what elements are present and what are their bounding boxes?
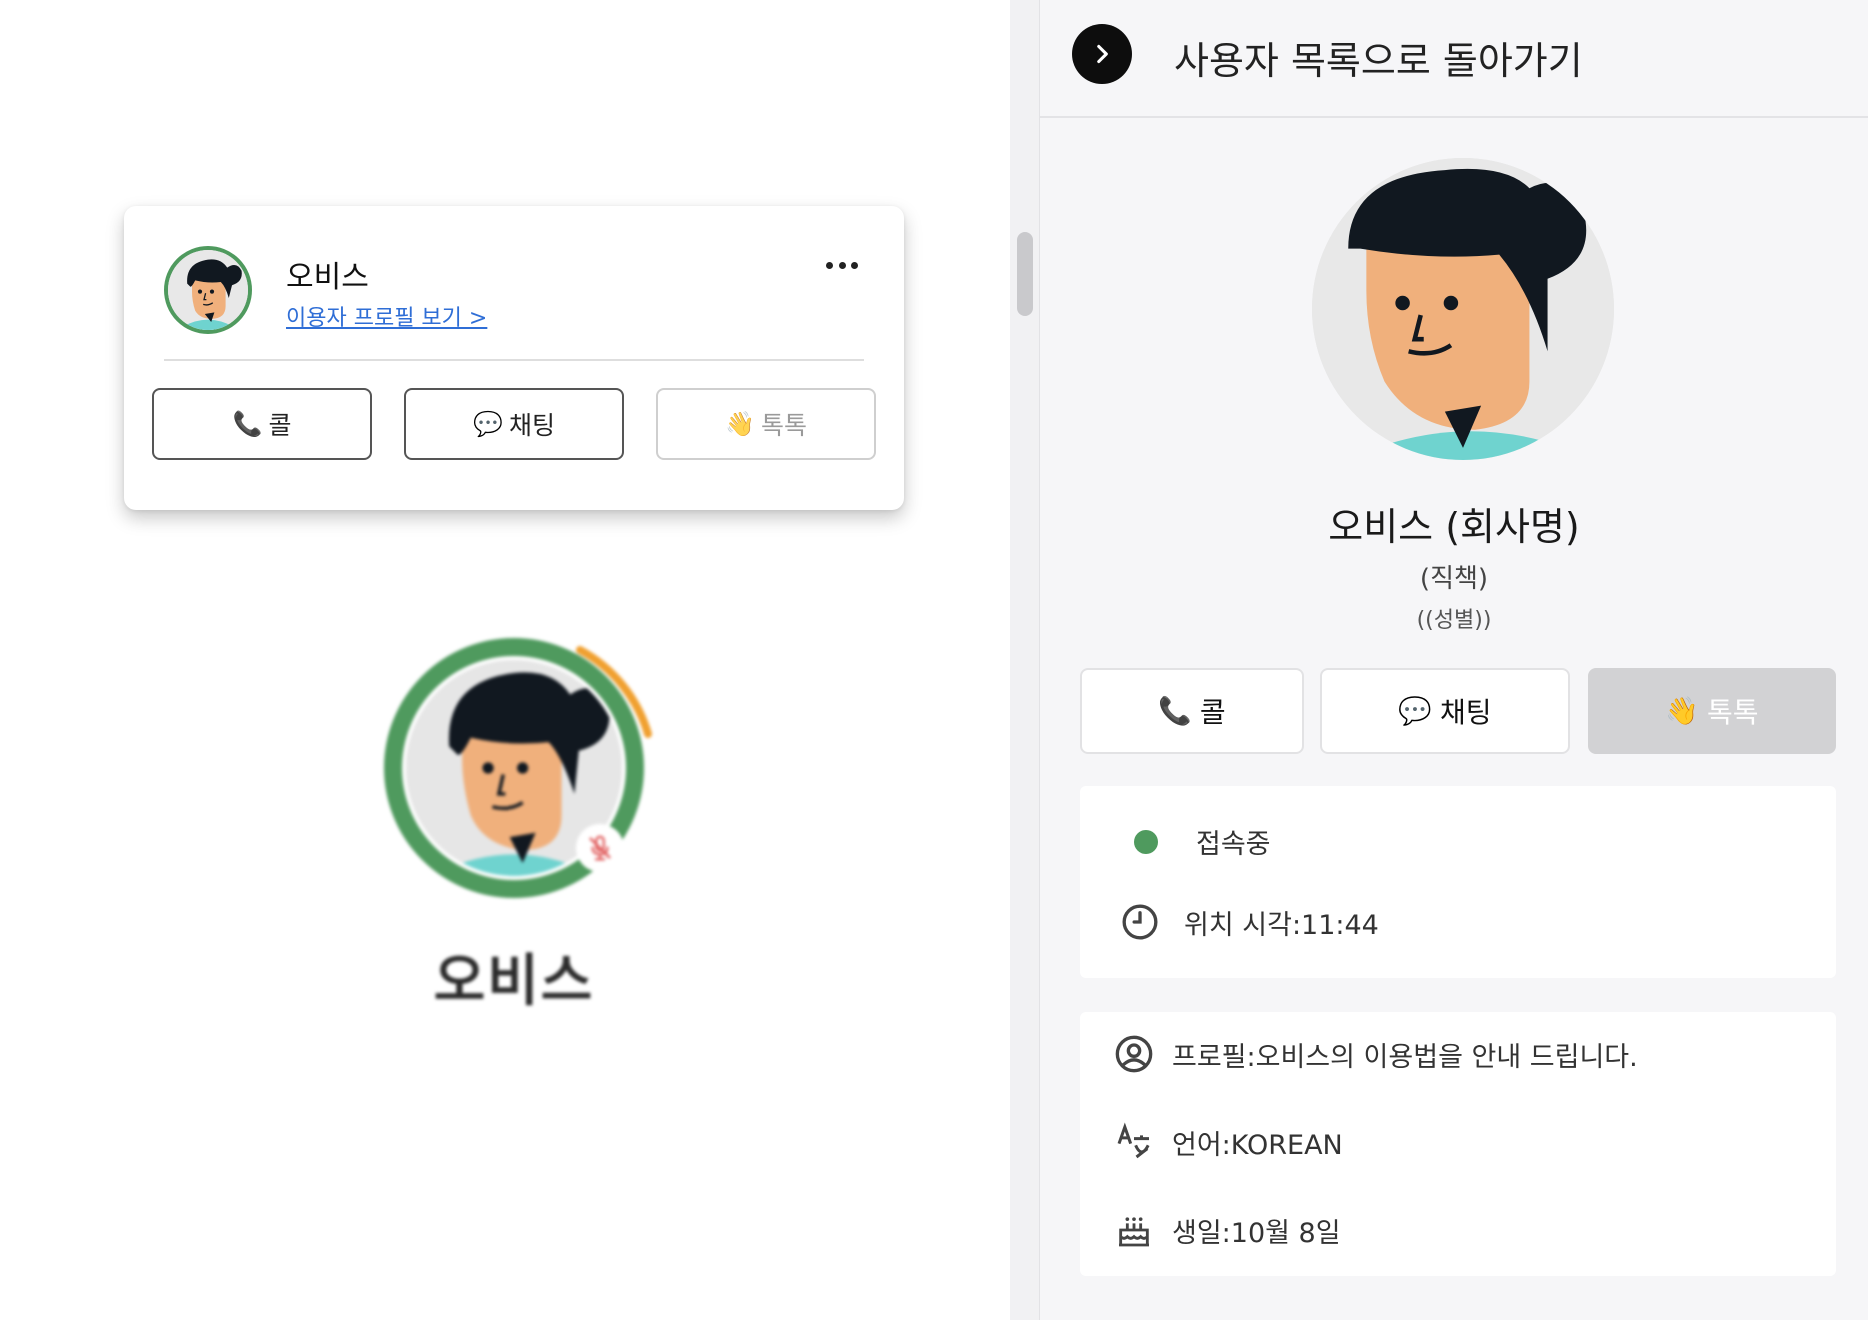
popup-chat-label: 채팅	[508, 411, 555, 440]
participant-avatar-tile[interactable]	[380, 628, 664, 912]
profile-name: 오비스 (회사명)	[1328, 505, 1580, 549]
popup-talk-label: 톡톡	[760, 411, 807, 440]
back-to-user-list-button[interactable]	[1072, 24, 1132, 84]
person-avatar-icon	[168, 250, 248, 330]
chat-bubble-icon: 💬	[473, 410, 503, 438]
online-status-dot	[1134, 829, 1158, 854]
chat-bubble-icon: 💬	[1398, 696, 1433, 727]
person-avatar-icon	[1312, 158, 1614, 460]
call-label: 콜	[1199, 696, 1226, 729]
popup-avatar[interactable]	[164, 246, 252, 334]
participant-name: 오비스	[433, 949, 595, 1014]
profile-role: (직책)	[1419, 564, 1489, 594]
online-status-row: 접속중	[1120, 822, 1271, 861]
phone-icon: 📞	[232, 410, 263, 438]
more-options-icon[interactable]	[820, 250, 864, 280]
profile-avatar	[1312, 158, 1614, 460]
scrollbar-thumb[interactable]	[1017, 232, 1033, 316]
waving-hand-icon: 👋	[725, 410, 755, 438]
clock-icon	[1120, 902, 1160, 942]
profile-gender: ((성별))	[1416, 608, 1492, 633]
popup-talk-button[interactable]: 👋 톡톡	[656, 388, 876, 460]
vertical-scrollbar[interactable]	[1010, 0, 1040, 1320]
talk-button[interactable]: 👋 톡톡	[1588, 668, 1836, 754]
phone-icon: 📞	[1158, 696, 1192, 727]
birthday-cake-icon	[1114, 1210, 1154, 1250]
status-card: 접속중 위치 시각:11:44	[1080, 786, 1836, 978]
chat-label: 채팅	[1440, 696, 1492, 729]
popup-chat-button[interactable]: 💬 채팅	[404, 388, 624, 460]
location-time-row: 위치 시각:11:44	[1120, 902, 1379, 942]
birthday-text: 생일:10월 8일	[1172, 1217, 1341, 1249]
popup-call-button[interactable]: 📞 콜	[152, 388, 372, 460]
popup-divider	[164, 359, 864, 361]
location-time-text: 위치 시각:11:44	[1184, 909, 1379, 941]
popup-user-name: 오비스	[286, 260, 369, 295]
popup-call-label: 콜	[268, 411, 292, 440]
user-profile-panel: 사용자 목록으로 돌아가기 오비스 (회사명) (직책) ((성별)) 📞 콜 …	[1040, 0, 1868, 1320]
user-popup-card: 오비스 이용자 프로필 보기 > 📞 콜 💬 채팅 👋 톡톡	[124, 206, 904, 510]
language-row: 언어:KOREAN	[1114, 1122, 1343, 1162]
mic-muted-icon	[576, 824, 624, 872]
chevron-right-icon	[1097, 44, 1108, 64]
talk-label: 톡톡	[1707, 696, 1759, 729]
birthday-row: 생일:10월 8일	[1114, 1210, 1341, 1250]
chat-button[interactable]: 💬 채팅	[1320, 668, 1570, 754]
call-button[interactable]: 📞 콜	[1080, 668, 1304, 754]
panel-title: 사용자 목록으로 돌아가기	[1174, 39, 1583, 83]
panel-header: 사용자 목록으로 돌아가기	[1040, 0, 1868, 118]
video-canvas: 오비스 이용자 프로필 보기 > 📞 콜 💬 채팅 👋 톡톡 오비스	[0, 0, 1010, 1320]
profile-text: 프로필:오비스의 이용법을 안내 드립니다.	[1172, 1041, 1638, 1073]
details-card: 프로필:오비스의 이용법을 안내 드립니다. 언어:KOREAN 생일:10월 …	[1080, 1012, 1836, 1276]
online-status-text: 접속중	[1196, 829, 1271, 860]
user-circle-icon	[1114, 1034, 1154, 1074]
view-profile-link[interactable]: 이용자 프로필 보기 >	[286, 300, 487, 332]
waving-hand-icon: 👋	[1665, 696, 1700, 727]
translate-icon	[1114, 1122, 1154, 1162]
language-text: 언어:KOREAN	[1172, 1129, 1343, 1161]
profile-row: 프로필:오비스의 이용법을 안내 드립니다.	[1114, 1034, 1638, 1074]
